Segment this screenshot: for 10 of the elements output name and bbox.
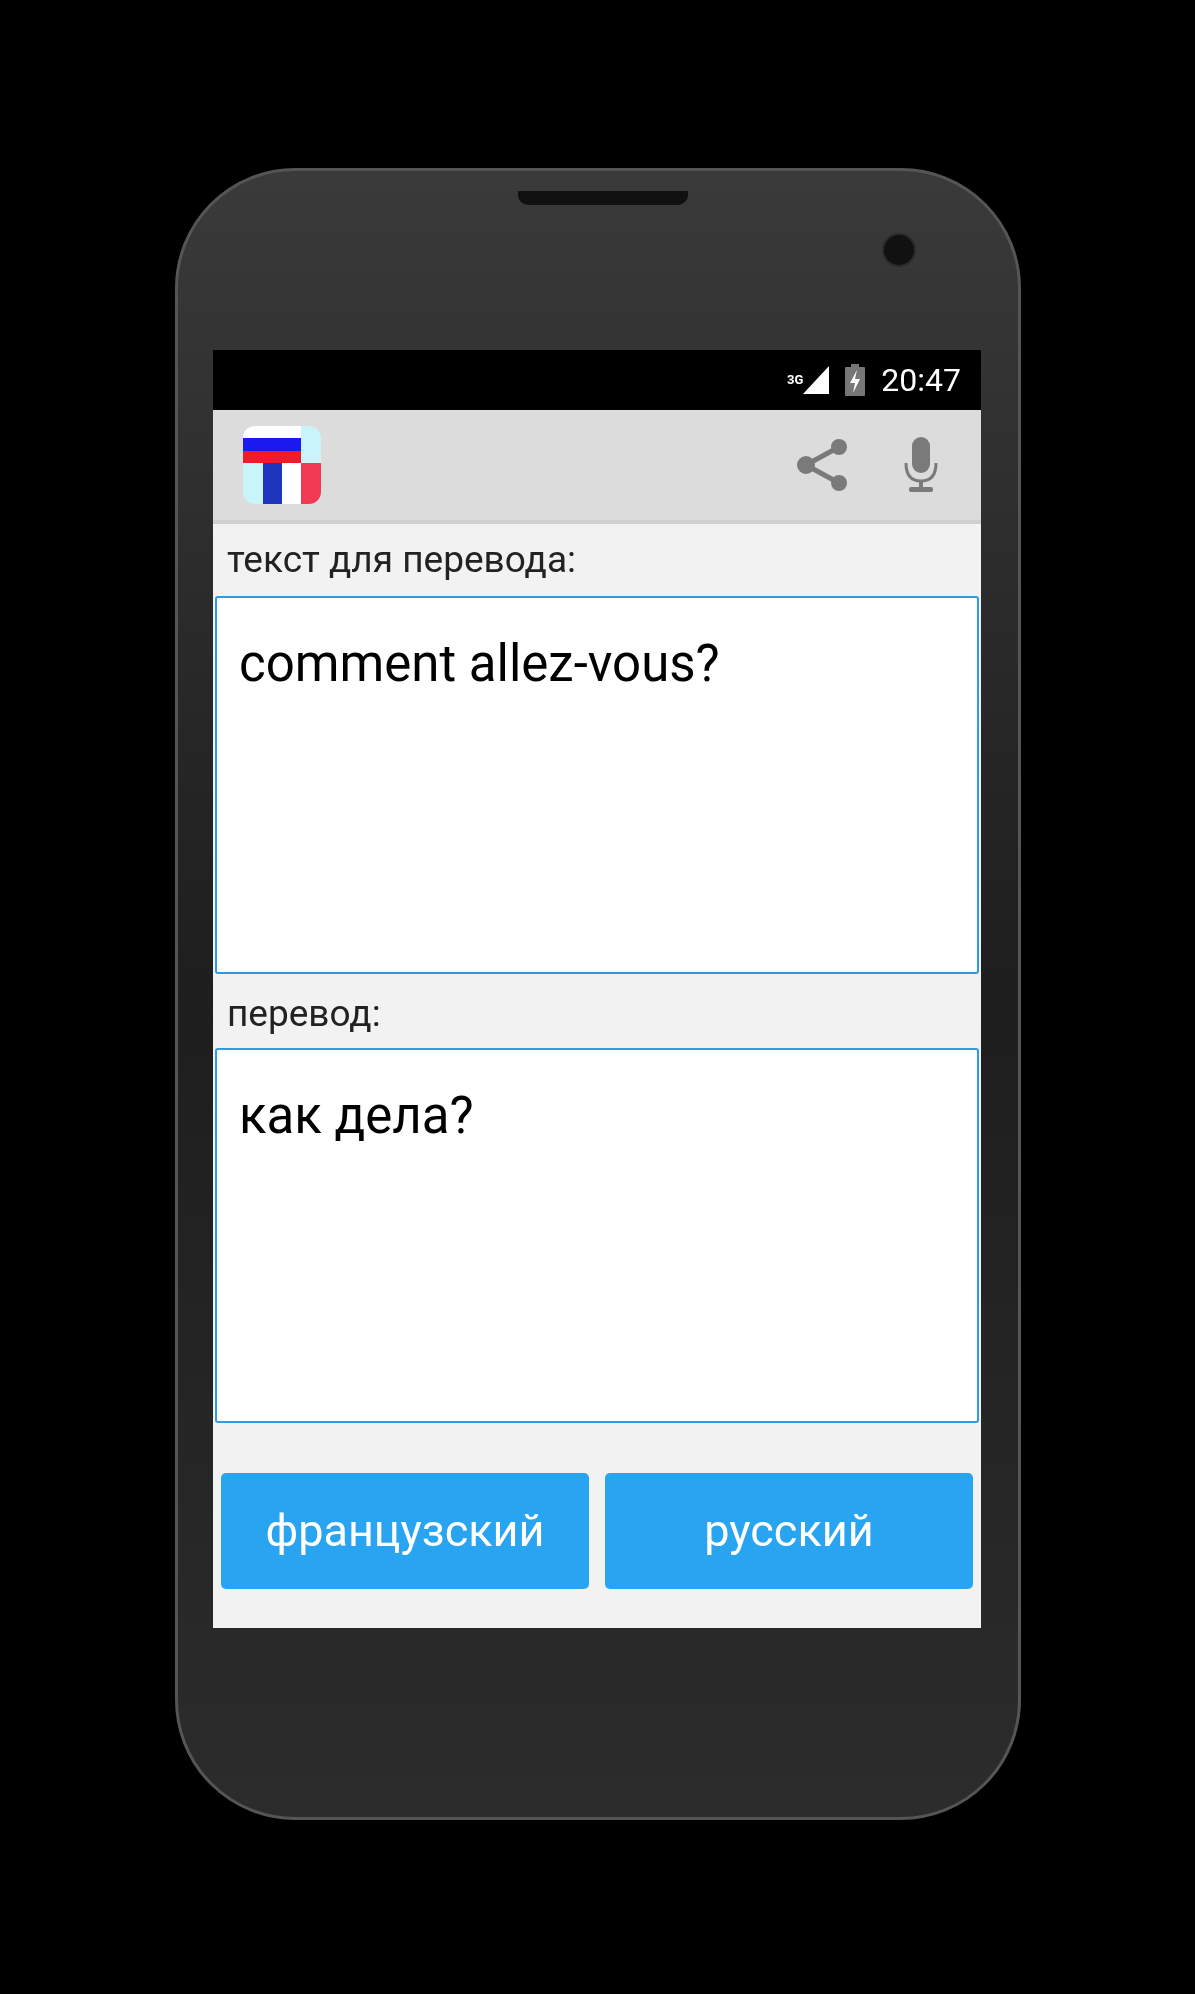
signal-icon bbox=[803, 366, 830, 394]
network-label: 3G bbox=[787, 371, 804, 389]
camera-icon bbox=[882, 233, 916, 267]
text-field[interactable]: как дела? bbox=[215, 1048, 979, 1423]
text-field[interactable]: comment allez-vous? bbox=[215, 596, 979, 974]
app-logo-icon bbox=[243, 426, 321, 504]
field-label: текст для перевода: bbox=[226, 537, 577, 584]
clock-text: 20:47 bbox=[881, 360, 961, 401]
field-label: перевод: bbox=[226, 991, 382, 1038]
battery-icon bbox=[845, 364, 866, 396]
